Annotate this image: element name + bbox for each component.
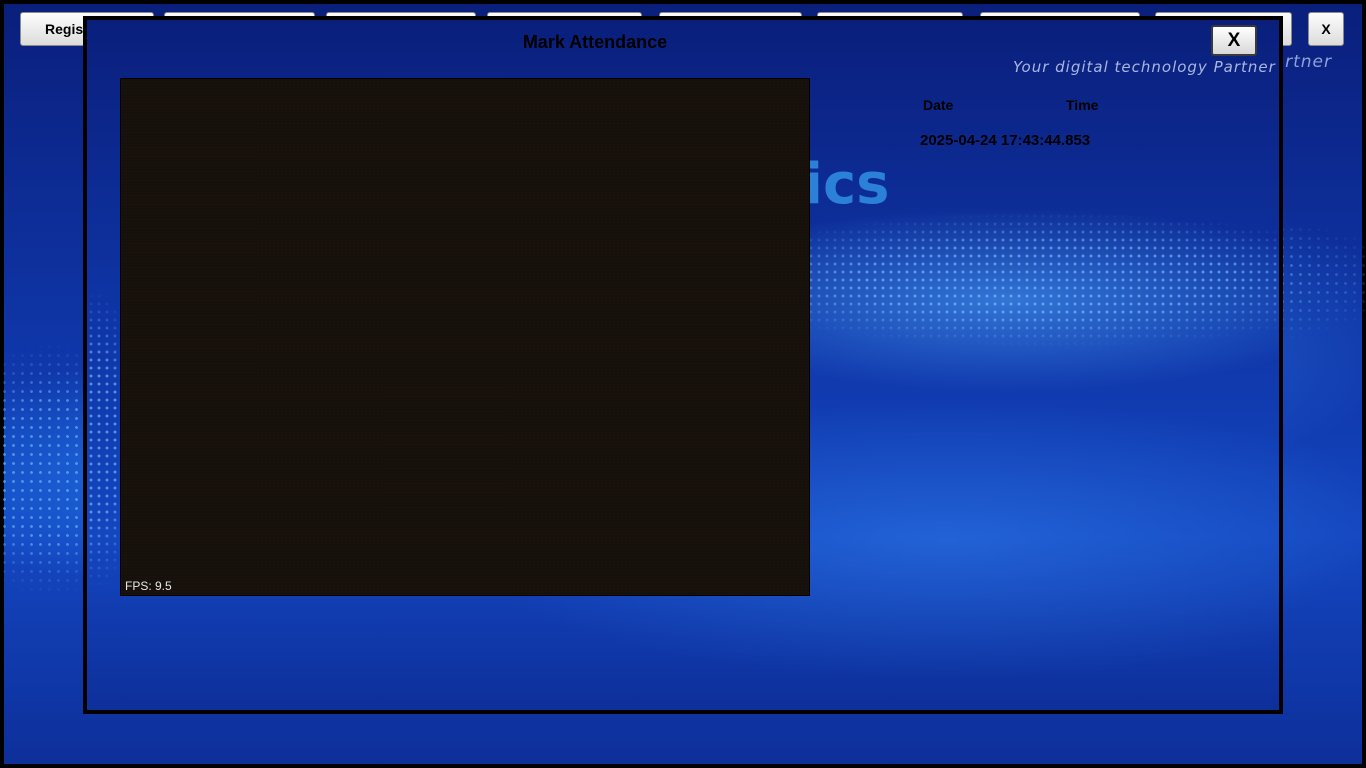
app-exit-label: X <box>1321 21 1331 37</box>
fps-counter: FPS: 9.5 <box>125 579 172 593</box>
date-header: Date <box>923 97 954 113</box>
company-tagline: Your digital technology Partner <box>1013 58 1276 76</box>
camera-frame <box>121 79 809 595</box>
camera-preview: FPS: 9.5 <box>120 78 810 596</box>
app-exit-button[interactable]: X <box>1308 12 1344 46</box>
dialog-close-button[interactable]: X <box>1211 25 1257 56</box>
mark-attendance-dialog: tics Mark Attendance X Your digital tech… <box>83 16 1283 714</box>
register-nav-label: Regist <box>45 21 88 37</box>
dialog-title: Mark Attendance <box>522 32 668 52</box>
time-header: Time <box>1066 97 1099 113</box>
close-icon: X <box>1227 29 1241 51</box>
datetime-value: 2025-04-24 17:43:44.853 <box>920 132 1091 149</box>
